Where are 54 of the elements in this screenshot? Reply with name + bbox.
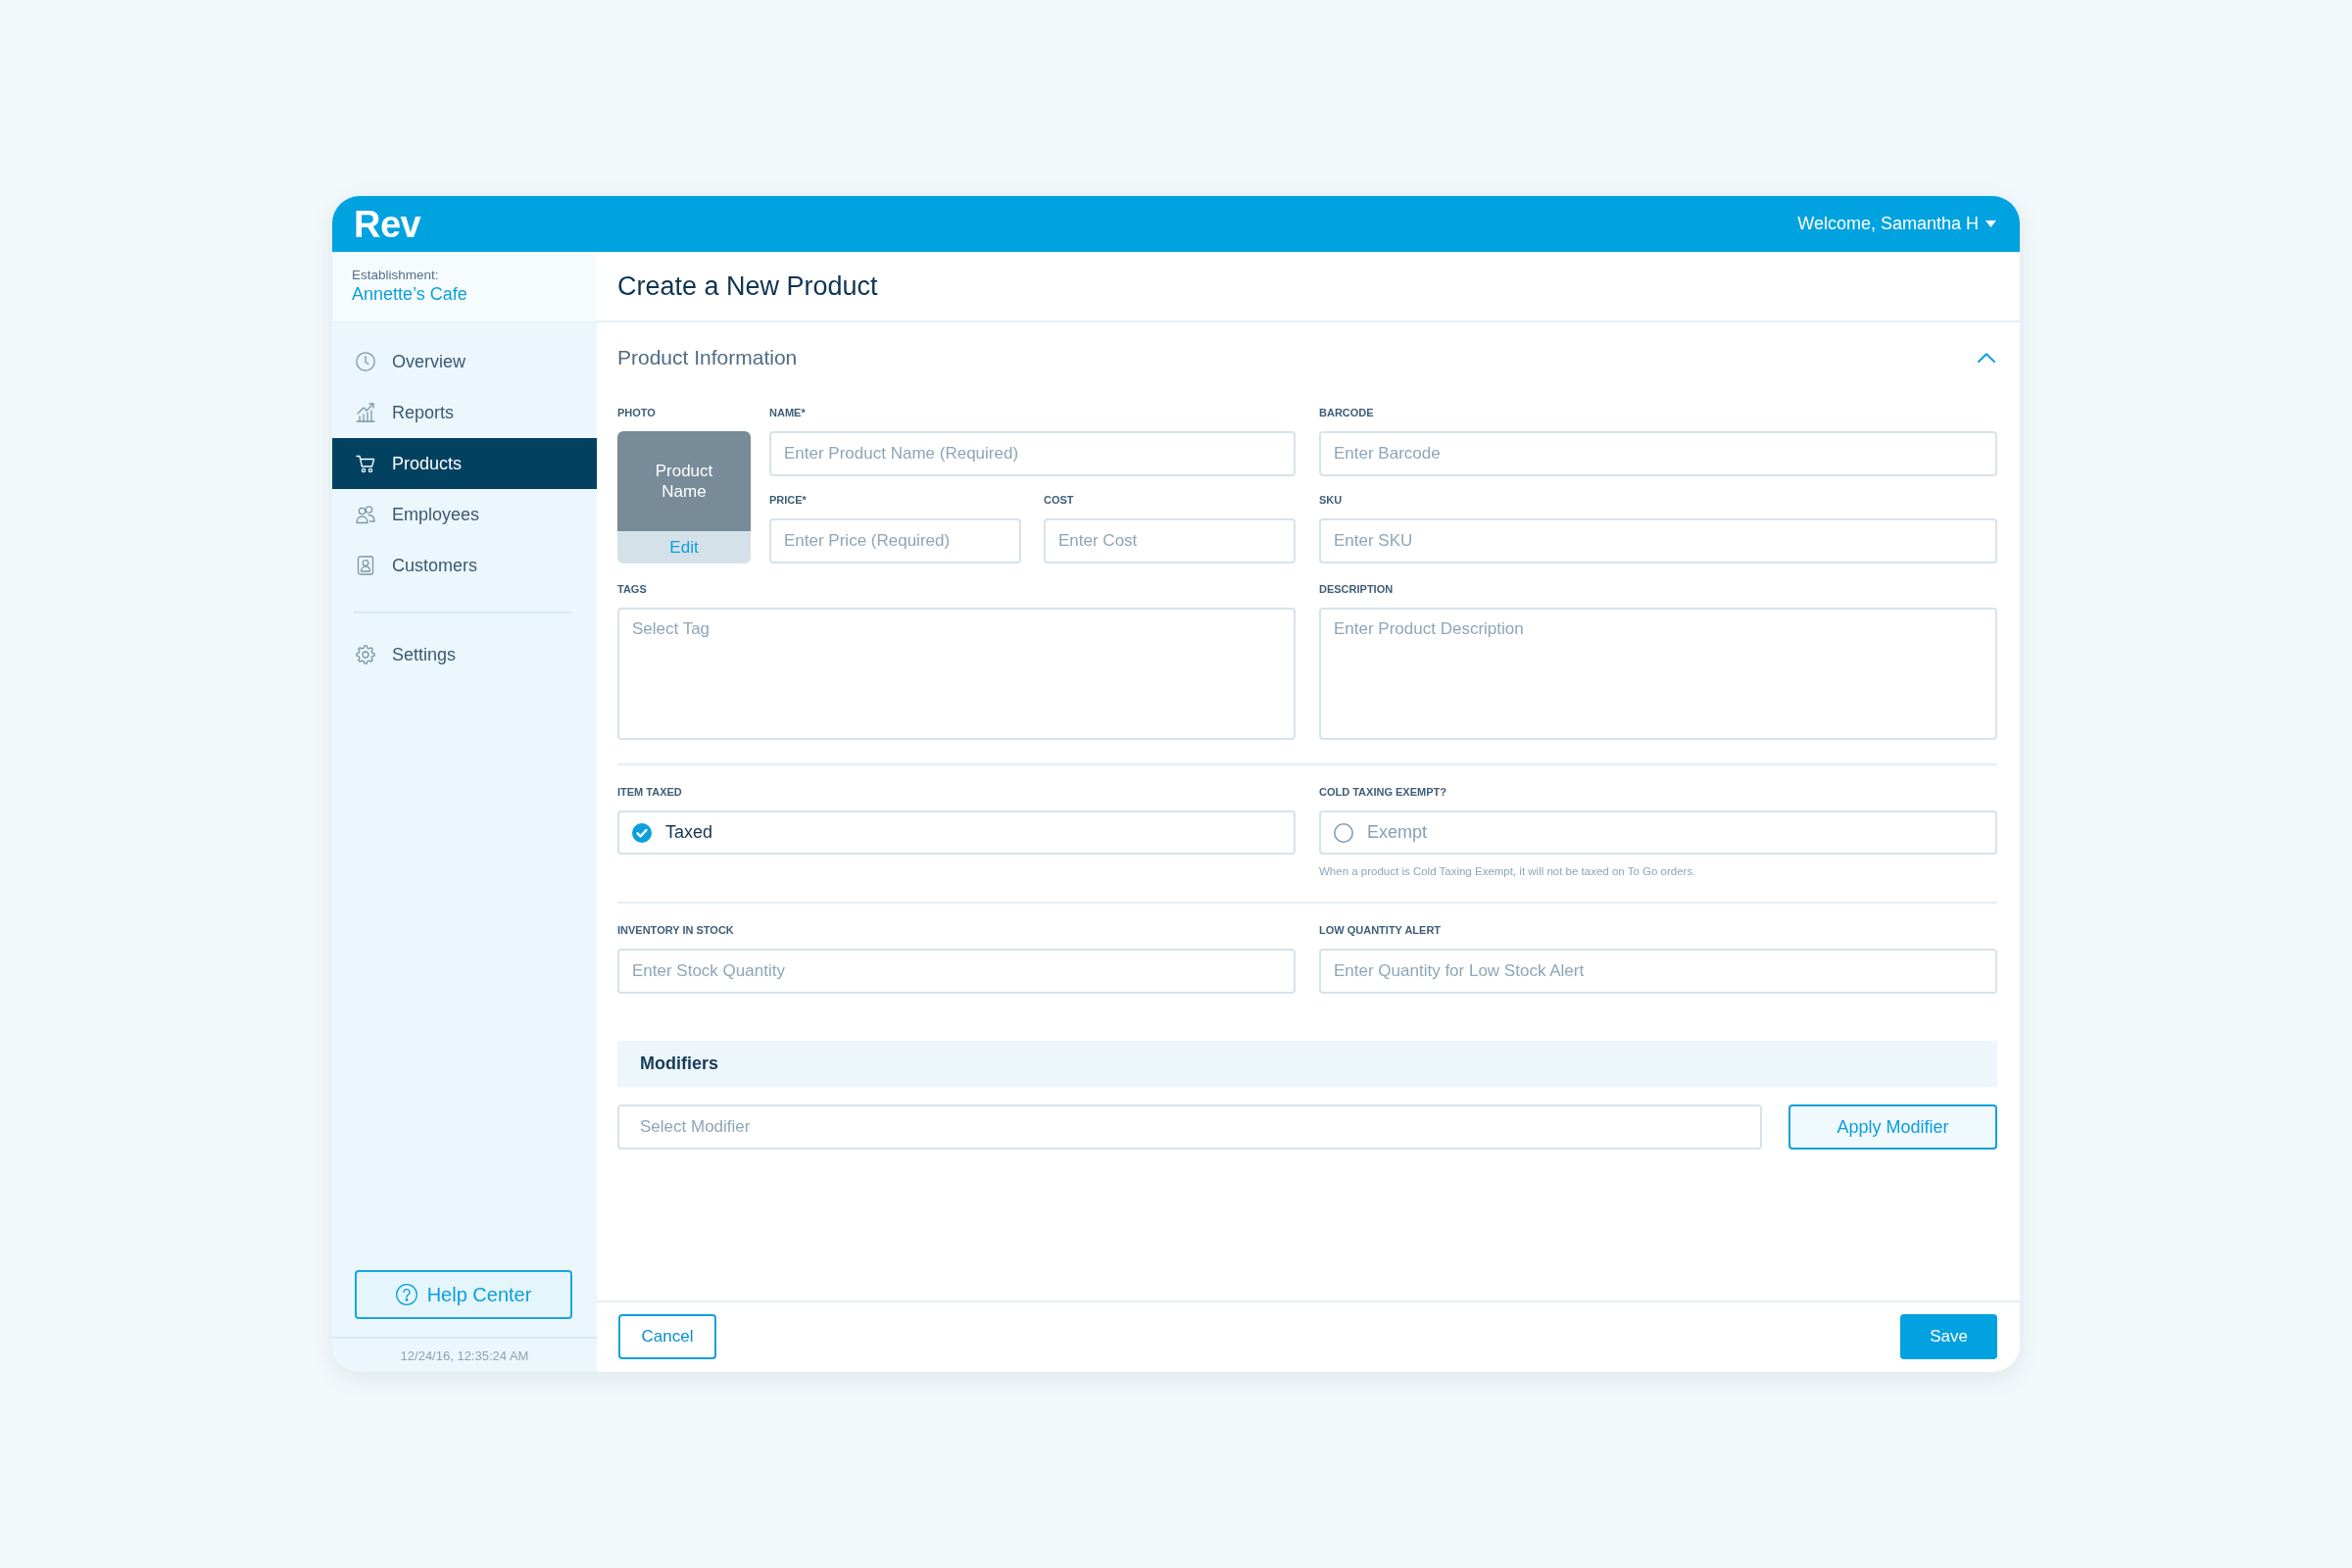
sidebar-item[interactable]: Overview <box>332 336 597 387</box>
field-label: ITEM TAXED <box>617 785 683 799</box>
caret-icon <box>1985 220 1996 227</box>
save-button[interactable]: Save <box>1900 1313 1997 1359</box>
low-stock-alert-field[interactable]: Enter Quantity for Low Stock Alert <box>1319 949 1997 994</box>
sidebar-item[interactable]: Customers <box>332 540 597 591</box>
help-icon <box>395 1284 417 1305</box>
page-title: Create a New Product <box>617 270 878 302</box>
sidebar-item[interactable]: Products <box>332 438 597 489</box>
field-label: INVENTORY IN STOCK <box>617 923 735 937</box>
description-field[interactable]: Enter Product Description <box>1319 608 1997 740</box>
chevron-up-icon[interactable] <box>1978 353 1995 363</box>
field-label: PHOTO <box>617 406 657 419</box>
modifiers-header: Modifiers <box>617 1041 1997 1087</box>
stock-quantity-field[interactable]: Enter Stock Quantity <box>617 949 1296 994</box>
settings-icon <box>356 645 375 664</box>
establishment-label: Establishment: <box>352 267 440 283</box>
field-label: DESCRIPTION <box>1319 582 1395 596</box>
exempt-option[interactable]: Exempt <box>1319 810 1997 855</box>
cancel-button[interactable]: Cancel <box>618 1313 716 1359</box>
section-title: Product Information <box>617 346 798 369</box>
taxed-option[interactable]: Taxed <box>617 810 1296 855</box>
logo: Rev <box>354 205 421 243</box>
establishment-name: Annette’s Cafe <box>352 283 468 305</box>
cart-icon <box>356 454 375 473</box>
field-label: PRICE* <box>769 493 808 507</box>
photo-field[interactable]: Product Name <box>617 431 751 531</box>
field-label: TAGS <box>617 582 648 596</box>
apply-modifier-button[interactable]: Apply Modifier <box>1788 1104 1997 1150</box>
field-label: COST <box>1044 493 1075 507</box>
clock-icon <box>356 352 375 371</box>
product-name-field[interactable]: Enter Product Name (Required) <box>769 431 1296 476</box>
help-center-button[interactable]: Help Center <box>355 1270 572 1319</box>
helper-text: When a product is Cold Taxing Exempt, it will not be taxed on To Go orders. <box>1319 864 1697 878</box>
tags-field[interactable]: Select Tag <box>617 608 1296 740</box>
sidebar-item[interactable]: Settings <box>332 629 597 680</box>
barcode-field[interactable]: Enter Barcode <box>1319 431 1997 476</box>
field-label: LOW QUANTITY ALERT <box>1319 923 1443 937</box>
field-label: BARCODE <box>1319 406 1375 419</box>
bar-chart-icon <box>356 403 375 422</box>
timestamp: 12/24/16, 12:35:24 AM <box>400 1348 529 1363</box>
cost-field[interactable]: Enter Cost <box>1044 518 1296 564</box>
field-label: NAME* <box>769 406 807 419</box>
people-icon <box>356 505 375 524</box>
edit-photo-button[interactable]: Edit <box>617 531 751 564</box>
sku-field[interactable]: Enter SKU <box>1319 518 1997 564</box>
modifier-field[interactable]: Select Modifier <box>617 1104 1762 1150</box>
field-label: SKU <box>1319 493 1344 507</box>
sidebar-item[interactable]: Employees <box>332 489 597 540</box>
sidebar-item[interactable]: Reports <box>332 387 597 438</box>
field-label: COLD TAXING EXEMPT? <box>1319 785 1447 799</box>
contact-card-icon <box>356 556 375 575</box>
price-field[interactable]: Enter Price (Required) <box>769 518 1021 564</box>
user-menu[interactable]: Welcome, Samantha H <box>1797 210 1996 238</box>
